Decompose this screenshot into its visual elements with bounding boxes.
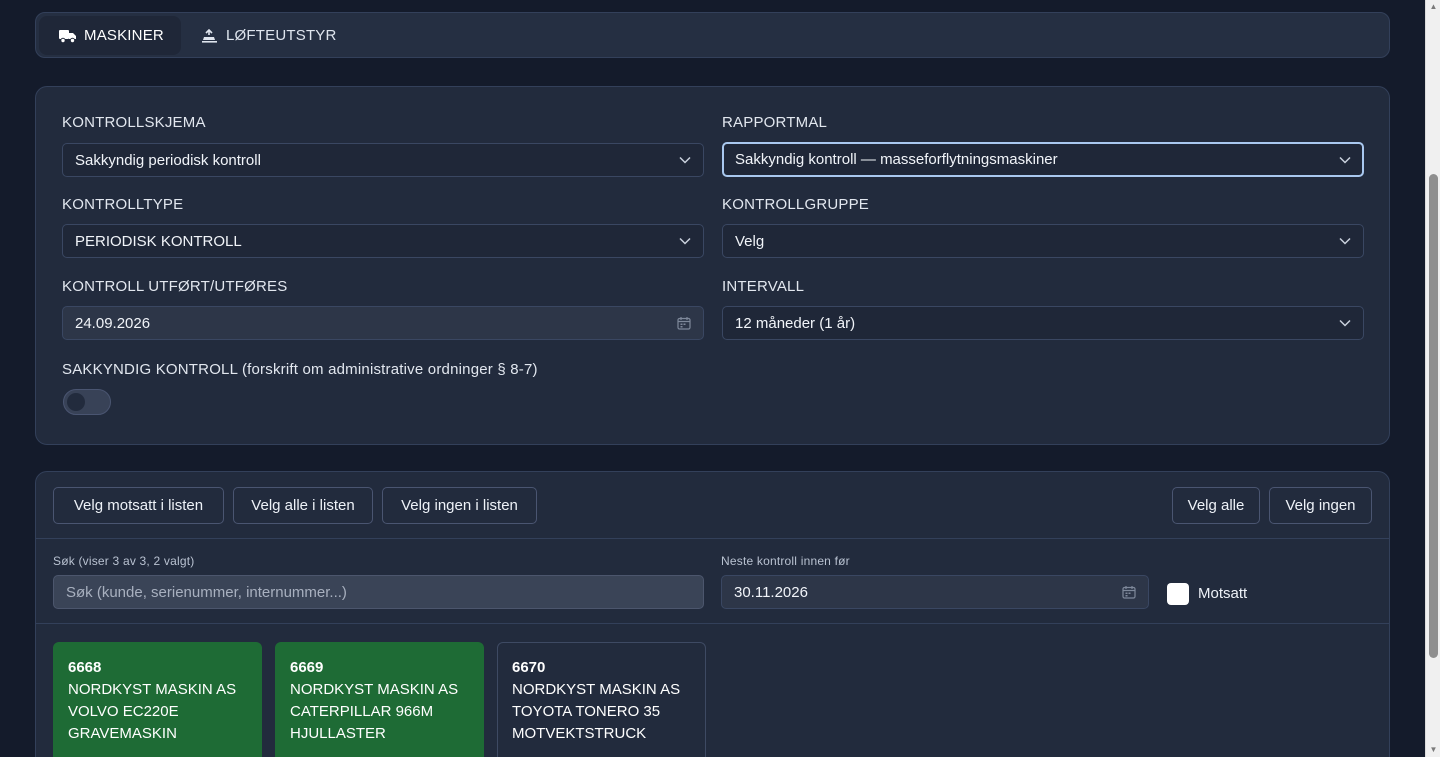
machine-number: 6668 (68, 659, 102, 676)
machine-type: HJULLASTER (290, 725, 386, 742)
chevron-down-icon (1339, 319, 1351, 327)
scrollbar-thumb[interactable] (1429, 174, 1438, 658)
kontroll-utfort-date-input[interactable]: 24.09.2026 (62, 306, 704, 340)
tab-bar: MASKINER LØFTEUTSTYR (35, 12, 1390, 58)
kontrollgruppe-label: KONTROLLGRUPPE (722, 196, 869, 213)
machine-type: MOTVEKTSTRUCK (512, 725, 647, 742)
rapportmal-value: Sakkyndig kontroll — masseforflytningsma… (735, 151, 1058, 168)
page: MASKINER LØFTEUTSTYR KONTROLLSKJEMA Sakk… (0, 0, 1425, 757)
machine-list-panel: Velg motsatt i listen Velg alle i listen… (35, 471, 1390, 757)
scroll-down-arrow-icon[interactable]: ▼ (1426, 743, 1440, 757)
kontrollskjema-select[interactable]: Sakkyndig periodisk kontroll (62, 143, 704, 177)
intervall-label: INTERVALL (722, 278, 805, 295)
machine-model: VOLVO EC220E (68, 703, 179, 720)
select-none-button[interactable]: Velg ingen (1269, 487, 1372, 524)
motsatt-label[interactable]: Motsatt (1198, 585, 1247, 602)
next-control-value: 30.11.2026 (734, 583, 808, 601)
machine-model: TOYOTA TONERO 35 (512, 703, 661, 720)
rapportmal-select[interactable]: Sakkyndig kontroll — masseforflytningsma… (722, 142, 1364, 177)
machine-card-6670[interactable]: 6670 NORDKYST MASKIN AS TOYOTA TONERO 35… (497, 642, 706, 757)
rapportmal-label: RAPPORTMAL (722, 114, 828, 131)
kontrollskjema-label: KONTROLLSKJEMA (62, 114, 206, 131)
chevron-down-icon (679, 156, 691, 164)
tab-label: MASKINER (84, 27, 164, 44)
calendar-icon[interactable] (1122, 585, 1136, 599)
select-all-button[interactable]: Velg alle (1172, 487, 1260, 524)
chevron-down-icon (1339, 156, 1351, 164)
next-control-label: Neste kontroll innen før (721, 554, 850, 568)
machine-number: 6670 (512, 659, 546, 676)
kontrollgruppe-select[interactable]: Velg (722, 224, 1364, 258)
kontrolltype-select[interactable]: PERIODISK KONTROLL (62, 224, 704, 258)
machine-customer: NORDKYST MASKIN AS (68, 681, 237, 698)
search-field[interactable] (53, 575, 704, 609)
scroll-up-arrow-icon[interactable]: ▲ (1426, 0, 1440, 14)
toggle-knob (67, 393, 85, 411)
search-input[interactable] (66, 583, 691, 601)
machine-model: CATERPILLAR 966M (290, 703, 434, 720)
next-control-date-input[interactable]: 30.11.2026 (721, 575, 1149, 609)
chevron-down-icon (679, 237, 691, 245)
kontroll-utfort-label: KONTROLL UTFØRT/UTFØRES (62, 278, 288, 295)
intervall-select[interactable]: 12 måneder (1 år) (722, 306, 1364, 340)
tab-lofteutstyr[interactable]: LØFTEUTSTYR (181, 16, 354, 55)
page-scrollbar[interactable]: ▲ ▼ (1425, 0, 1440, 757)
select-none-in-list-button[interactable]: Velg ingen i listen (382, 487, 537, 524)
control-form: KONTROLLSKJEMA Sakkyndig periodisk kontr… (35, 86, 1390, 445)
truck-icon (59, 29, 77, 43)
machine-customer: NORDKYST MASKIN AS (290, 681, 459, 698)
machine-type: GRAVEMASKIN (68, 725, 177, 742)
sakkyndig-label: SAKKYNDIG KONTROLL (forskrift om adminis… (62, 361, 538, 378)
search-label: Søk (viser 3 av 3, 2 valgt) (53, 554, 195, 568)
kontroll-utfort-value: 24.09.2026 (75, 314, 151, 332)
select-inverse-in-list-button[interactable]: Velg motsatt i listen (53, 487, 224, 524)
kontrollgruppe-value: Velg (735, 232, 765, 250)
machine-card-6669[interactable]: 6669 NORDKYST MASKIN AS CATERPILLAR 966M… (275, 642, 484, 757)
motsatt-checkbox[interactable] (1167, 583, 1189, 605)
machine-number: 6669 (290, 659, 324, 676)
machine-customer: NORDKYST MASKIN AS (512, 681, 681, 698)
kontrolltype-value: PERIODISK KONTROLL (75, 232, 242, 250)
chevron-down-icon (1339, 237, 1351, 245)
divider (36, 538, 1389, 539)
divider (36, 623, 1389, 624)
calendar-icon[interactable] (677, 316, 691, 330)
intervall-value: 12 måneder (1 år) (735, 314, 856, 332)
tab-maskiner[interactable]: MASKINER (39, 16, 181, 55)
machine-card-6668[interactable]: 6668 NORDKYST MASKIN AS VOLVO EC220E GRA… (53, 642, 262, 757)
lifting-icon (201, 28, 219, 43)
kontrolltype-label: KONTROLLTYPE (62, 196, 184, 213)
kontrollskjema-value: Sakkyndig periodisk kontroll (75, 151, 261, 169)
select-all-in-list-button[interactable]: Velg alle i listen (233, 487, 373, 524)
tab-label: LØFTEUTSTYR (226, 27, 337, 44)
sakkyndig-toggle[interactable] (63, 389, 111, 415)
